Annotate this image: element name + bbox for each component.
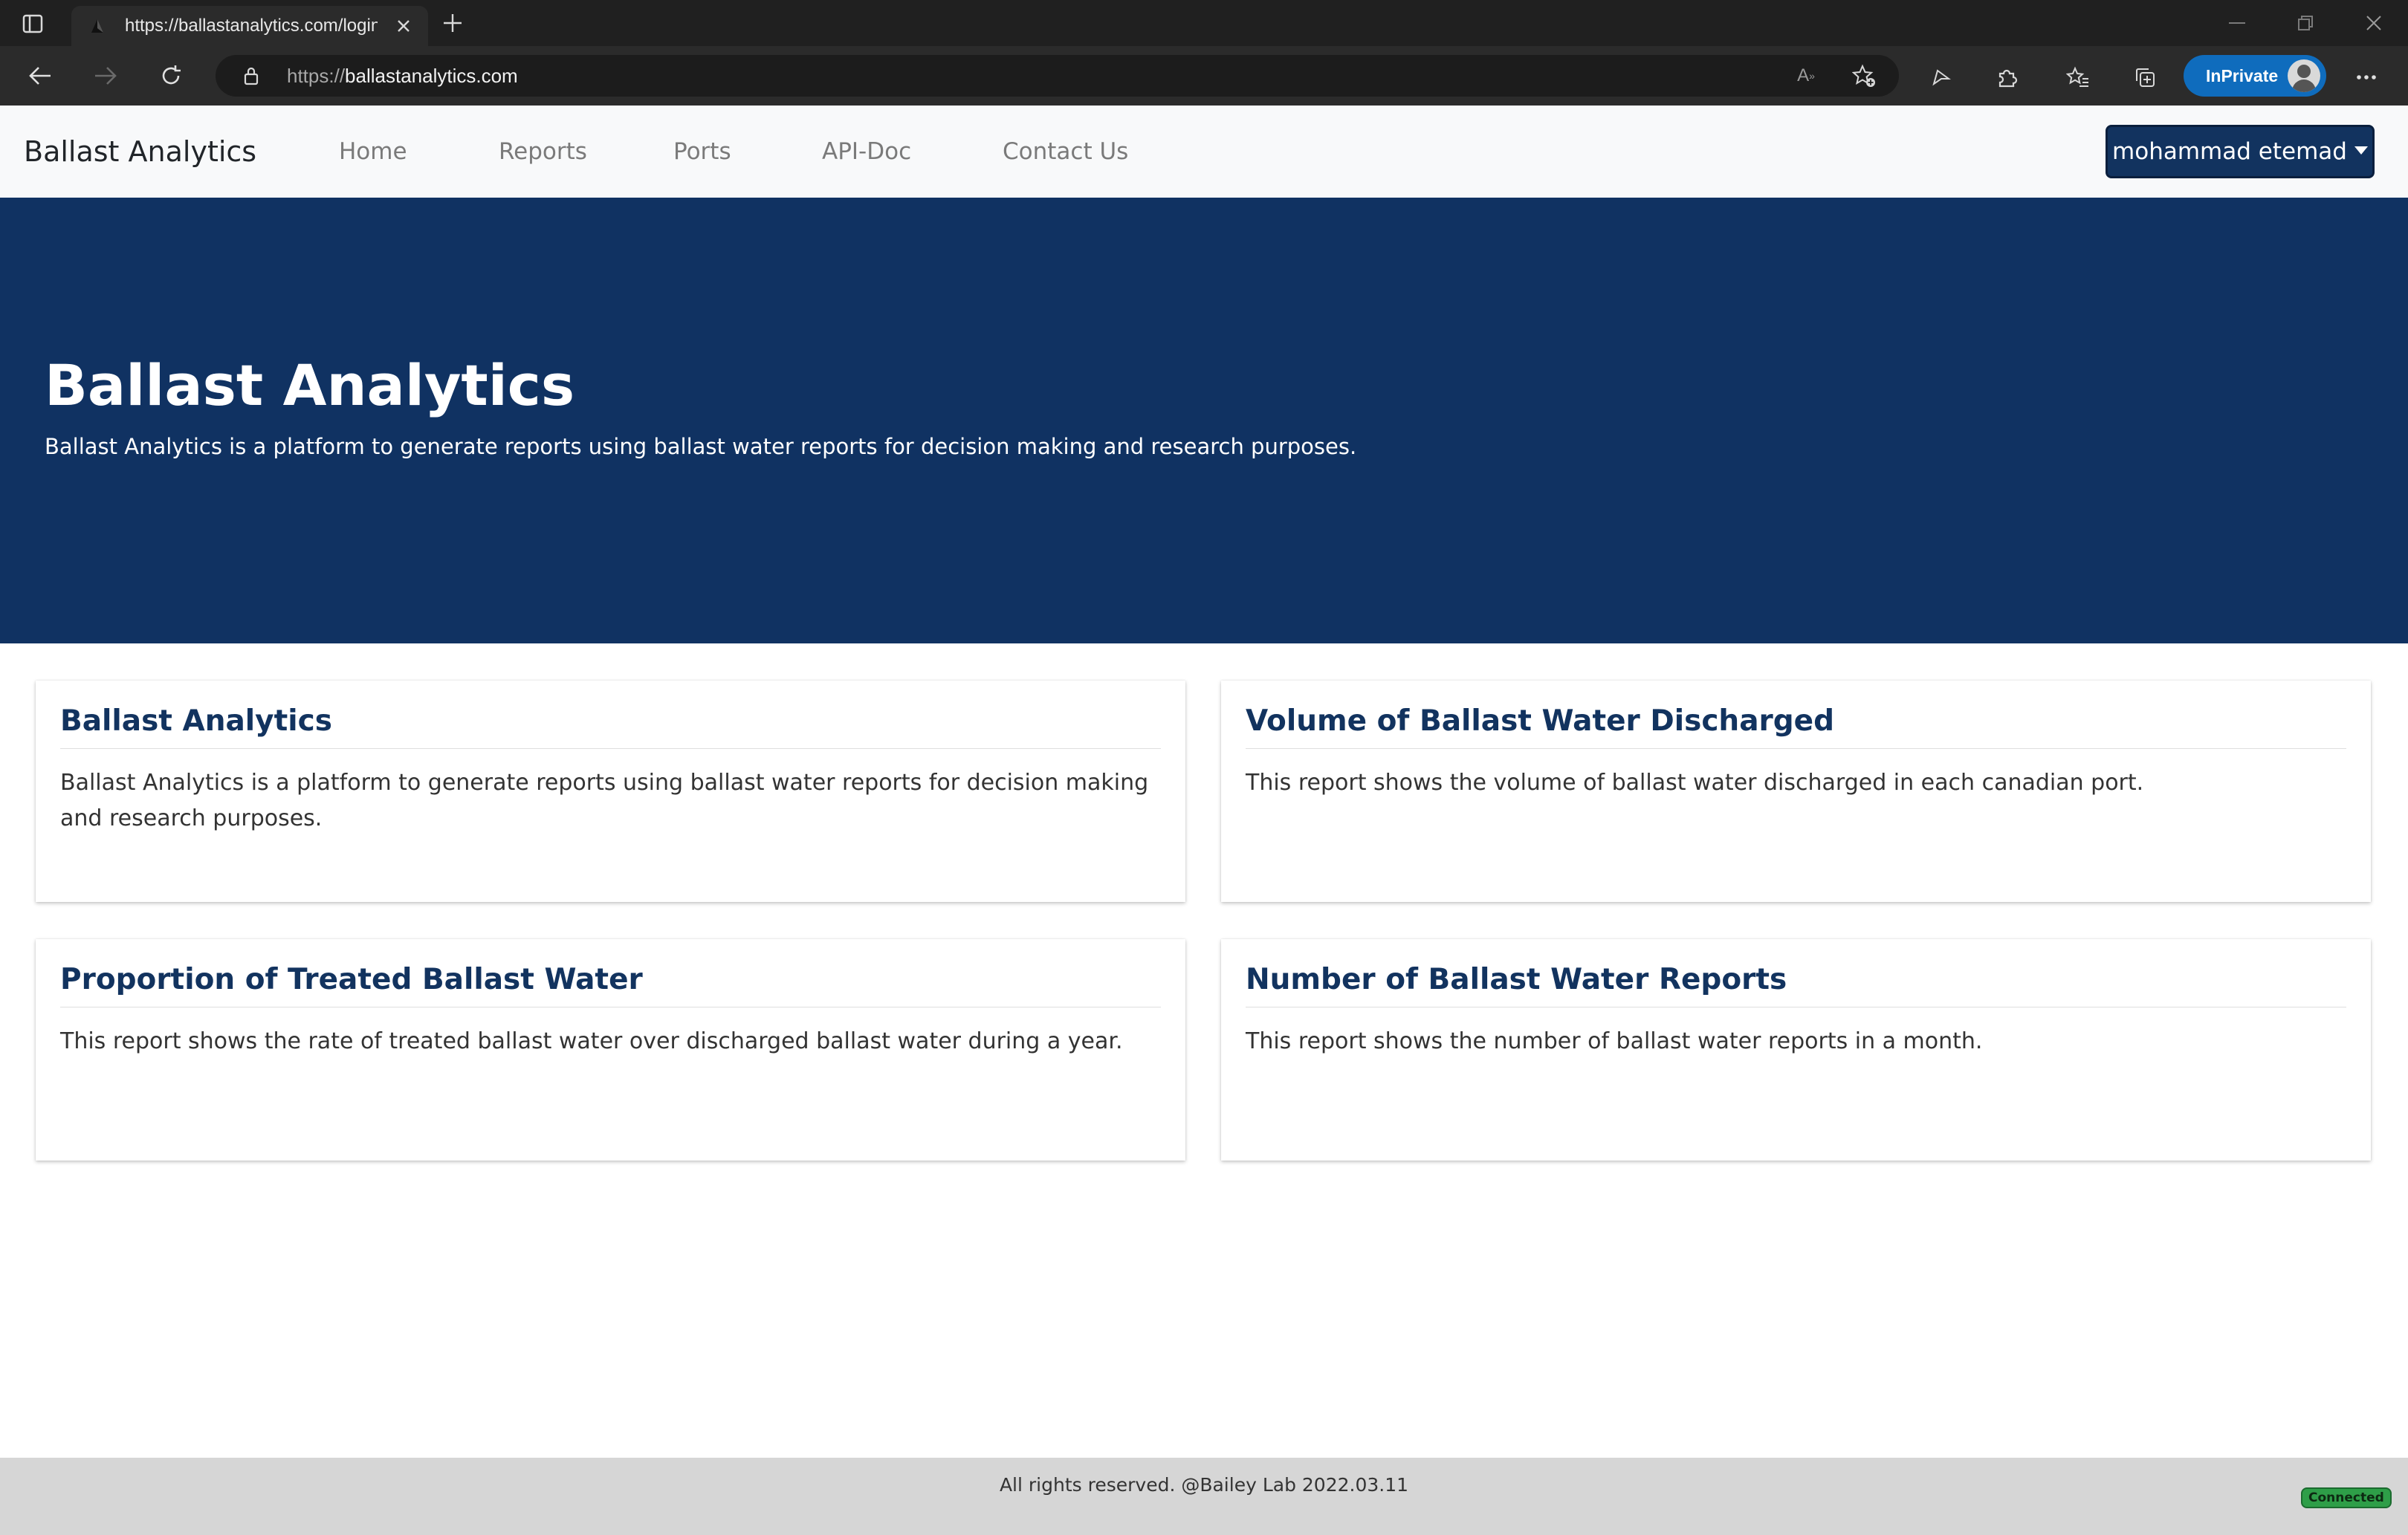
navbar-brand[interactable]: Ballast Analytics [24,106,256,198]
card-title[interactable]: Proportion of Treated Ballast Water [60,939,1161,1007]
site-navbar: Ballast Analytics Home Reports Ports API… [0,106,2408,198]
footer-text: All rights reserved. @Bailey Lab 2022.03… [999,1474,1409,1496]
connection-status-badge: Connected [2301,1487,2392,1508]
card-title[interactable]: Ballast Analytics [60,681,1161,749]
card-proportion-treated: Proportion of Treated Ballast Water This… [36,939,1185,1161]
caret-down-icon [2354,146,2368,155]
sidebar-icon[interactable] [21,12,45,36]
minimize-icon[interactable] [2222,10,2252,36]
card-volume-discharged: Volume of Ballast Water Discharged This … [1221,681,2371,902]
lock-icon[interactable] [239,64,263,88]
hero-title: Ballast Analytics [45,352,575,418]
url-scheme: https:// [287,65,346,87]
card-text: This report shows the volume of ballast … [1246,770,2144,796]
new-tab-icon[interactable] [440,10,465,36]
card-title[interactable]: Number of Ballast Water Reports [1246,939,2346,1007]
read-aloud-icon[interactable]: A» [1793,62,1819,89]
forward-icon[interactable] [91,61,120,91]
add-favorite-icon[interactable] [1851,62,1877,89]
nav-link-ports[interactable]: Ports [673,106,731,198]
nav-link-reports[interactable]: Reports [499,106,587,198]
hero-subtitle: Ballast Analytics is a platform to gener… [45,434,1357,459]
refresh-icon[interactable] [156,61,186,91]
tab-close-icon[interactable] [392,15,415,37]
restore-icon[interactable] [2291,10,2320,36]
user-name: mohammad etemad [2112,138,2347,165]
favorites-icon[interactable] [2063,62,2093,92]
tab-title: https://ballastanalytics.com/login [125,16,378,36]
card-ballast-analytics: Ballast Analytics Ballast Analytics is a… [36,681,1185,902]
card-title[interactable]: Volume of Ballast Water Discharged [1246,681,2346,749]
favicon [88,16,107,36]
inprivate-button[interactable]: InPrivate [2184,55,2326,97]
browser-tab-strip: https://ballastanalytics.com/login [0,0,2408,46]
card-text: This report shows the rate of treated ba… [60,1028,1123,1054]
user-menu-button[interactable]: mohammad etemad [2106,125,2375,178]
page-footer: All rights reserved. @Bailey Lab 2022.03… [0,1458,2408,1535]
back-icon[interactable] [25,61,55,91]
window-close-icon[interactable] [2359,10,2389,36]
card-text: Ballast Analytics is a platform to gener… [60,770,1149,831]
more-icon[interactable] [2352,62,2381,92]
url-text[interactable]: https://ballastanalytics.com [287,55,518,97]
extensions-icon[interactable] [1992,62,2022,92]
address-bar[interactable]: https://ballastanalytics.com A» [216,55,1899,97]
inprivate-label: InPrivate [2206,66,2279,85]
nav-link-contact-us[interactable]: Contact Us [1003,106,1128,198]
nav-link-home[interactable]: Home [339,106,407,198]
collections-icon[interactable] [2130,62,2160,92]
profile-avatar [2288,59,2320,92]
hero-banner: Ballast Analytics Ballast Analytics is a… [0,198,2408,643]
share-icon[interactable] [1926,62,1956,92]
nav-link-api-doc[interactable]: API-Doc [822,106,911,198]
card-text: This report shows the number of ballast … [1246,1028,1983,1054]
card-number-reports: Number of Ballast Water Reports This rep… [1221,939,2371,1161]
browser-tab[interactable]: https://ballastanalytics.com/login [71,6,428,46]
url-host: ballastanalytics.com [345,65,518,87]
